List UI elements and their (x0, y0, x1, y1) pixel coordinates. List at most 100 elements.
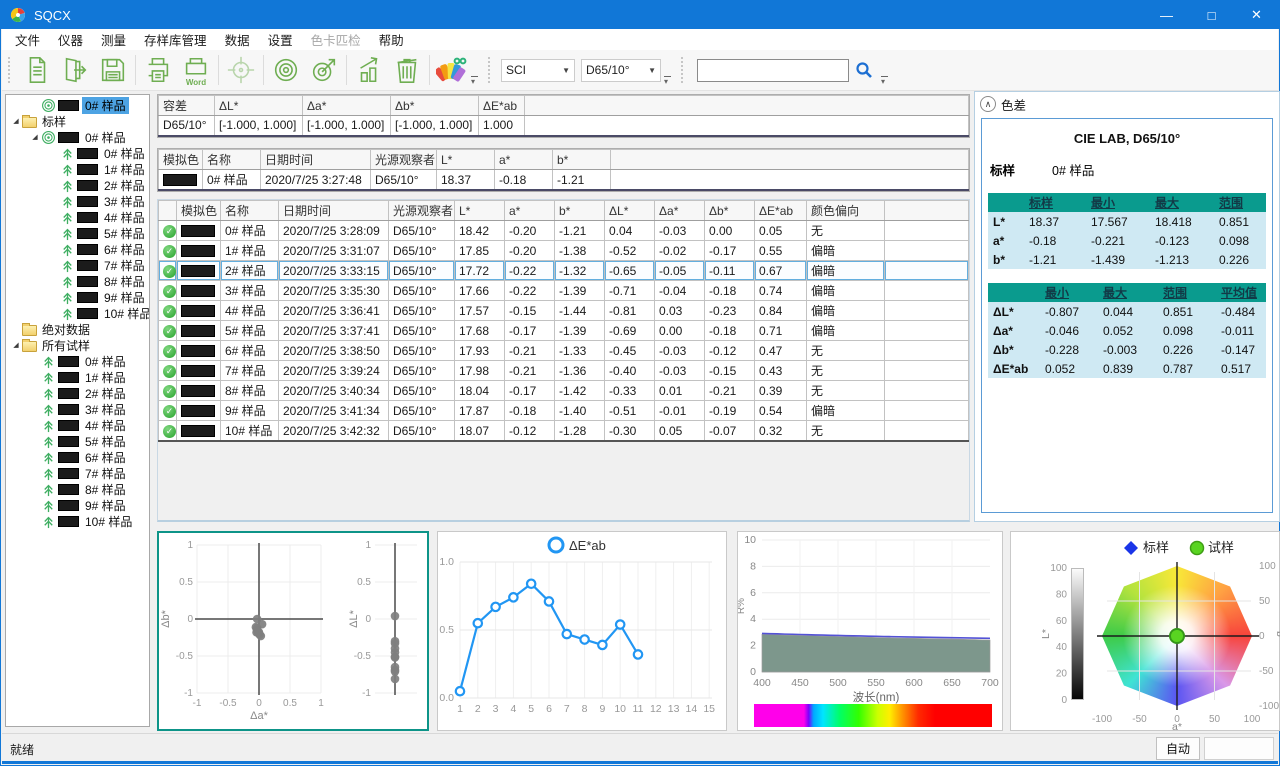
toolbar-grip[interactable] (8, 57, 14, 83)
stats-cell: -0.046 (1040, 321, 1098, 340)
tree-item[interactable]: ◢所有试样 (6, 337, 149, 353)
search-input[interactable] (697, 59, 849, 82)
tree-item[interactable]: 6# 样品 (6, 449, 149, 465)
maximize-button[interactable]: □ (1189, 1, 1234, 29)
tree-item[interactable]: 10# 样品 (6, 305, 149, 321)
menu-item[interactable]: 帮助 (370, 28, 413, 51)
menu-item[interactable]: 仪器 (49, 28, 92, 51)
new-file-button[interactable] (18, 52, 56, 88)
sample-tree: 0# 样品◢标样◢0# 样品0# 样品1# 样品2# 样品3# 样品4# 样品5… (5, 94, 150, 727)
spectral-chart[interactable]: 0246810400450500550600650700波长(nm)R% (737, 531, 1003, 731)
search-icon[interactable] (855, 61, 873, 79)
table-row[interactable]: ✓1# 样品2020/7/25 3:31:07D65/10°17.85-0.20… (159, 241, 969, 261)
tree-item[interactable]: 7# 样品 (6, 465, 149, 481)
tree-item[interactable]: ◢标样 (6, 113, 149, 129)
expander-icon[interactable]: ◢ (10, 117, 22, 125)
measure-sample-button[interactable] (305, 52, 343, 88)
check-icon: ✓ (163, 325, 176, 338)
tree-item[interactable]: 8# 样品 (6, 273, 149, 289)
toolbar-overflow-icon[interactable]: ▾ (664, 76, 671, 86)
close-button[interactable]: ✕ (1234, 1, 1279, 29)
up-arrow-icon (41, 370, 56, 385)
calibrate-button[interactable] (222, 52, 260, 88)
table-row[interactable]: ✓4# 样品2020/7/25 3:36:41D65/10°17.57-0.15… (159, 301, 969, 321)
minimize-button[interactable]: — (1144, 1, 1189, 29)
color-cards-button[interactable] (433, 52, 471, 88)
tree-item[interactable]: 4# 样品 (6, 209, 149, 225)
save-button[interactable] (94, 52, 132, 88)
menu-item[interactable]: 设置 (259, 28, 302, 51)
tree-item[interactable]: ◢0# 样品 (6, 129, 149, 145)
menu-item[interactable]: 数据 (216, 28, 259, 51)
export-button[interactable] (56, 52, 94, 88)
tree-item[interactable]: 0# 样品 (6, 145, 149, 161)
tree-item[interactable]: 1# 样品 (6, 369, 149, 385)
tree-item[interactable]: 1# 样品 (6, 161, 149, 177)
tree-item[interactable]: 3# 样品 (6, 193, 149, 209)
tree-item[interactable]: 4# 样品 (6, 417, 149, 433)
table-cell: 2020/7/25 3:28:09 (279, 221, 389, 241)
table-row[interactable]: ✓2# 样品2020/7/25 3:33:15D65/10°17.72-0.22… (159, 261, 969, 281)
stats-row: ΔE*ab0.0520.8390.7870.517 (988, 359, 1266, 378)
table-cell: -0.65 (605, 261, 655, 281)
table-row[interactable]: ✓5# 样品2020/7/25 3:37:41D65/10°17.68-0.17… (159, 321, 969, 341)
tree-item[interactable]: 6# 样品 (6, 241, 149, 257)
delete-button[interactable] (388, 52, 426, 88)
menu-item[interactable]: 测量 (92, 28, 135, 51)
tree-item[interactable]: 0# 样品 (6, 353, 149, 369)
table-cell: 0.47 (755, 341, 807, 361)
table-row[interactable]: 0# 样品2020/7/25 3:27:48D65/10°18.37-0.18-… (159, 170, 969, 191)
menu-item[interactable]: 色卡匹检 (302, 28, 370, 51)
delta-e-trend-chart[interactable]: ΔE*ab1234567891011121314150.00.51.0 (437, 531, 727, 731)
table-row[interactable]: ✓0# 样品2020/7/25 3:28:09D65/10°18.42-0.20… (159, 221, 969, 241)
svg-text:0: 0 (1061, 695, 1067, 706)
tree-item[interactable]: 5# 样品 (6, 225, 149, 241)
table-cell: 17.98 (455, 361, 505, 381)
tree-item[interactable]: 7# 样品 (6, 257, 149, 273)
tree-item-label: 5# 样品 (82, 433, 129, 450)
tree-item[interactable]: 5# 样品 (6, 433, 149, 449)
table-row[interactable]: ✓3# 样品2020/7/25 3:35:30D65/10°17.66-0.22… (159, 281, 969, 301)
expander-icon[interactable]: ◢ (10, 341, 22, 349)
tree-item[interactable]: 8# 样品 (6, 481, 149, 497)
svg-text:100: 100 (1259, 561, 1276, 572)
toolbar-grip[interactable] (681, 57, 687, 83)
table-row[interactable]: ✓6# 样品2020/7/25 3:38:50D65/10°17.93-0.21… (159, 341, 969, 361)
measure-standard-button[interactable] (267, 52, 305, 88)
tree-item[interactable]: 绝对数据 (6, 321, 149, 337)
table-row[interactable]: D65/10°[-1.000, 1.000][-1.000, 1.000][-1… (159, 116, 969, 136)
table-row[interactable]: ✓7# 样品2020/7/25 3:39:24D65/10°17.98-0.21… (159, 361, 969, 381)
sci-dropdown[interactable]: SCI ▼ (501, 59, 575, 82)
expander-icon[interactable]: ◢ (29, 133, 41, 141)
table-cell: 2020/7/25 3:40:34 (279, 381, 389, 401)
table-row[interactable]: ✓9# 样品2020/7/25 3:41:34D65/10°17.87-0.18… (159, 401, 969, 421)
print-word-button[interactable]: Word (177, 52, 215, 88)
collapse-chevron-icon[interactable]: ∧ (980, 96, 996, 112)
auto-button[interactable]: 自动 (1156, 737, 1200, 760)
tree-item[interactable]: 3# 样品 (6, 401, 149, 417)
print-button[interactable] (139, 52, 177, 88)
toolbar-overflow-icon[interactable]: ▾ (881, 76, 888, 86)
menu-item[interactable]: 存样库管理 (135, 28, 216, 51)
svg-text:12: 12 (650, 703, 662, 715)
toolbar-grip[interactable] (488, 57, 494, 83)
tree-item[interactable]: 9# 样品 (6, 289, 149, 305)
tree-item[interactable]: 0# 样品 (6, 97, 149, 113)
tree-item[interactable]: 2# 样品 (6, 177, 149, 193)
tree-item[interactable]: 2# 样品 (6, 385, 149, 401)
table-cell: ✓ (159, 421, 177, 442)
table-cell: D65/10° (389, 321, 455, 341)
illuminant-dropdown[interactable]: D65/10° ▼ (581, 59, 661, 82)
table-row[interactable]: ✓8# 样品2020/7/25 3:40:34D65/10°18.04-0.17… (159, 381, 969, 401)
svg-text:1: 1 (365, 540, 371, 551)
tree-item[interactable]: 10# 样品 (6, 513, 149, 529)
delta-scatter-chart[interactable]: -1-1-0.5-0.5000.50.511Δa*Δb*-1-0.500.51Δ… (157, 531, 429, 731)
stats-cell: 0.044 (1098, 302, 1158, 321)
stats-cell: -1.213 (1150, 250, 1214, 269)
table-row[interactable]: ✓10# 样品2020/7/25 3:42:32D65/10°18.07-0.1… (159, 421, 969, 442)
lab-gamut-chart[interactable]: 标样试样-100-50050100a*100500-50-100b*100806… (1010, 531, 1280, 731)
tree-item[interactable]: 9# 样品 (6, 497, 149, 513)
toolbar-overflow-icon[interactable]: ▾ (471, 76, 478, 86)
statistics-button[interactable] (350, 52, 388, 88)
menu-item[interactable]: 文件 (6, 28, 49, 51)
